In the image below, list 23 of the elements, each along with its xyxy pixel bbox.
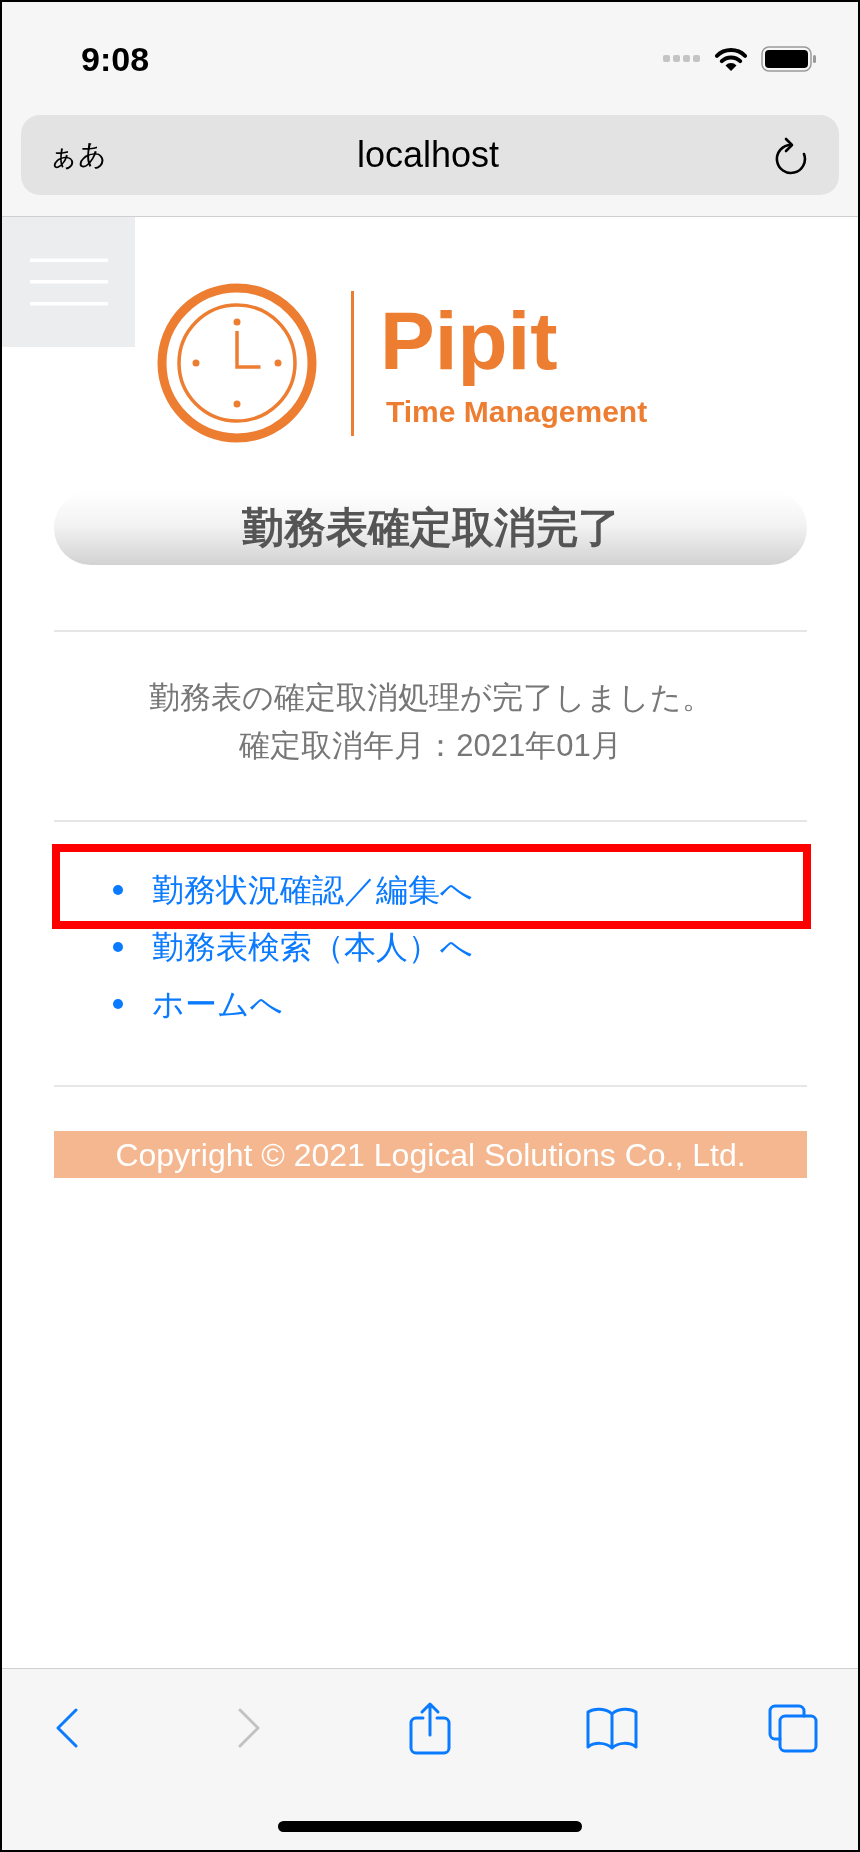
book-icon[interactable] — [585, 1706, 638, 1750]
battery-icon — [761, 45, 817, 72]
link[interactable]: 勤務状況確認／編集へ — [152, 873, 473, 906]
signal-icon — [663, 55, 701, 62]
clock-logo-icon — [157, 283, 317, 443]
bullet-icon — [113, 884, 123, 895]
share-icon[interactable] — [409, 1701, 451, 1755]
copyright-bar: Copyright © 2021 Logical Solutions Co., Ltd. — [54, 1131, 807, 1178]
bullet-icon — [113, 998, 123, 1009]
message-text: 勤務表の確定取消処理が完了しました。 — [148, 679, 713, 717]
reload-icon[interactable] — [775, 135, 807, 175]
wifi-icon — [713, 45, 749, 72]
logo-tagline: Time Management — [386, 396, 648, 427]
link[interactable]: 勤務表検索（本人）へ — [152, 930, 473, 963]
message-text: 確定取消年月：2021年01月 — [239, 727, 622, 765]
url-text[interactable]: localhost — [356, 137, 500, 173]
bullet-icon — [113, 941, 123, 952]
chevron-left-icon[interactable] — [55, 1708, 79, 1748]
link[interactable]: ホームへ — [152, 987, 283, 1020]
status-time: 9:08 — [81, 41, 150, 76]
tabs-icon[interactable] — [768, 1703, 818, 1753]
address-bar[interactable]: ぁあ localhost — [21, 115, 839, 195]
page-settings-button[interactable]: ぁあ — [49, 141, 107, 169]
